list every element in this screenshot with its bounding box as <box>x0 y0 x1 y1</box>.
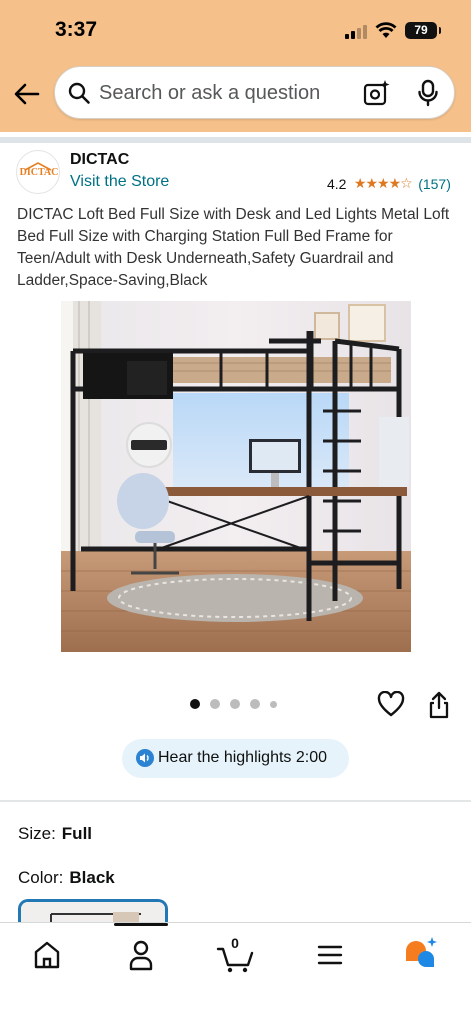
color-key: Color: <box>18 868 64 887</box>
status-bar: 3:37 79 <box>0 0 471 60</box>
loft-bed-photo <box>61 301 411 652</box>
audio-speaker-icon <box>136 749 154 767</box>
carousel-dot[interactable] <box>230 699 240 709</box>
status-time: 3:37 <box>55 18 98 41</box>
size-key: Size: <box>18 824 56 843</box>
hear-highlights-button[interactable]: Hear the highlights 2:00 <box>122 739 349 778</box>
battery-tip <box>439 27 441 34</box>
star-empty-icon: ☆ <box>400 175 413 192</box>
menu-icon <box>317 945 343 965</box>
rating-summary[interactable]: 4.2 ★★★★☆ (157) <box>327 175 451 193</box>
back-arrow-icon[interactable] <box>12 80 42 108</box>
header-divider <box>0 137 471 143</box>
size-value: Full <box>61 824 93 843</box>
search-bar[interactable] <box>54 66 455 119</box>
star-rating: ★★★★☆ <box>353 175 413 192</box>
nav-menu[interactable] <box>308 935 352 975</box>
carousel-dot[interactable] <box>250 699 260 709</box>
home-icon <box>34 941 60 969</box>
visit-store-link[interactable]: Visit the Store <box>70 173 169 191</box>
search-input[interactable] <box>99 80 359 106</box>
cellular-signal-icon <box>345 23 369 39</box>
brand-logo[interactable]: DICTAC <box>16 150 60 194</box>
brand-name: DICTAC <box>70 151 130 168</box>
product-title: DICTAC Loft Bed Full Size with Desk and … <box>17 206 450 289</box>
nav-home[interactable] <box>25 935 69 975</box>
brand-logo-text: DICTAC <box>19 167 59 178</box>
carousel-dot[interactable] <box>210 699 220 709</box>
app-header: 3:37 79 <box>0 0 471 132</box>
wifi-icon <box>375 22 397 38</box>
star-filled-icon: ★ <box>353 175 367 192</box>
product-image[interactable] <box>61 301 411 652</box>
star-filled-icon: ★ <box>365 175 378 192</box>
nav-rufus[interactable] <box>402 935 446 975</box>
account-icon <box>129 940 153 971</box>
battery-level: 79 <box>405 22 437 39</box>
star-filled-icon: ★ <box>388 175 402 192</box>
nav-cart[interactable]: 0 <box>213 935 257 975</box>
active-tab-indicator <box>114 923 168 926</box>
hear-highlights-label: Hear the highlights 2:00 <box>158 749 327 766</box>
heart-icon[interactable] <box>377 691 405 717</box>
carousel-dot[interactable] <box>190 699 200 709</box>
rating-value: 4.2 <box>327 175 347 192</box>
star-filled-icon: ★ <box>377 175 390 192</box>
share-icon[interactable] <box>428 691 450 719</box>
size-selector: Size: Full <box>18 824 92 844</box>
color-value: Black <box>69 868 115 887</box>
rufus-ai-icon <box>406 937 437 967</box>
carousel-dot[interactable] <box>270 701 277 708</box>
nav-account[interactable] <box>119 935 163 975</box>
camera-lens-icon[interactable] <box>363 79 391 107</box>
bottom-navigation: 0 <box>0 922 471 1020</box>
cart-count: 0 <box>231 935 239 951</box>
microphone-icon[interactable] <box>417 79 439 107</box>
search-icon <box>68 82 90 104</box>
review-count[interactable]: (157) <box>418 176 451 192</box>
color-selector: Color: Black <box>18 868 115 888</box>
section-divider <box>0 800 471 802</box>
